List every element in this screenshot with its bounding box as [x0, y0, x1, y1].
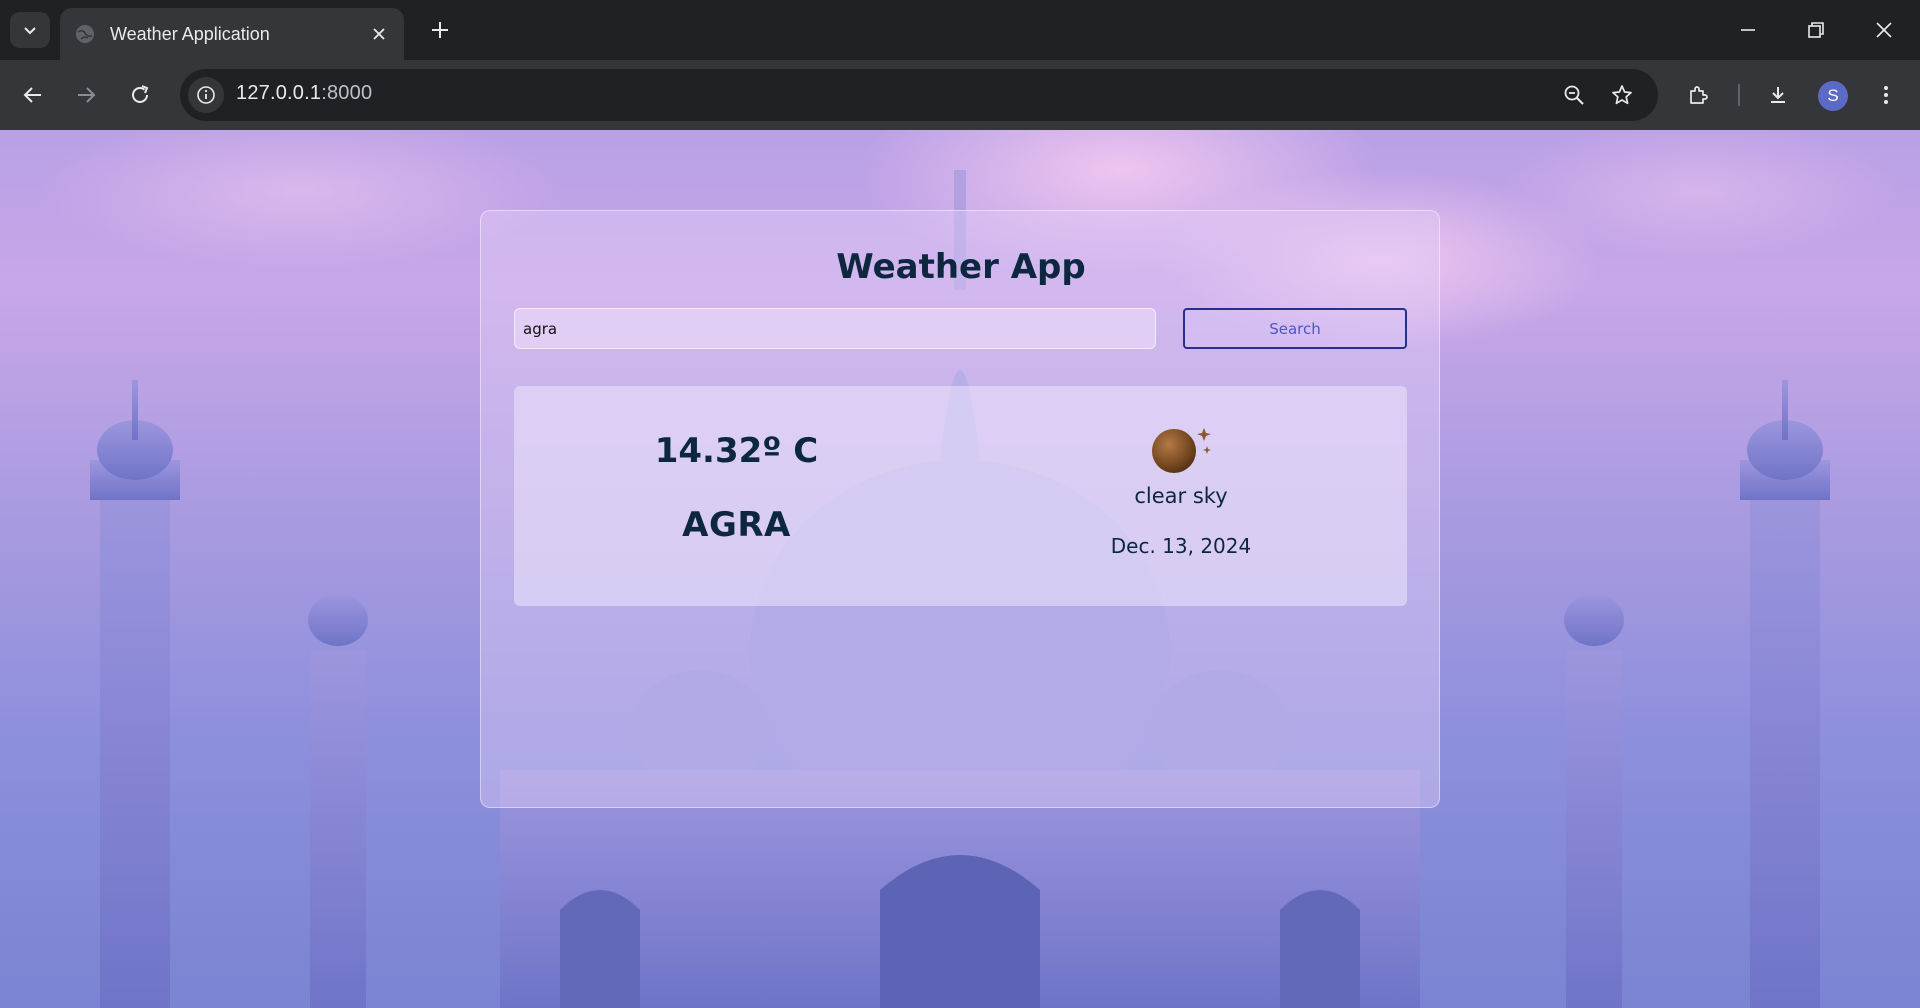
puzzle-icon[interactable] [1678, 75, 1718, 115]
chevron-down-icon[interactable] [10, 12, 50, 48]
weather-card: Weather App Search 14.32º C AGRA clear s… [480, 210, 1440, 808]
zoom-out-icon[interactable] [1556, 77, 1592, 113]
url-port: :8000 [321, 82, 373, 104]
download-icon[interactable] [1758, 75, 1798, 115]
page-viewport: Weather App Search 14.32º C AGRA clear s… [0, 130, 1920, 1008]
toolbar-divider [1738, 84, 1740, 106]
arrow-left-icon[interactable] [13, 75, 53, 115]
url-text: 127.0.0.1:8000 [236, 82, 372, 105]
city-name: AGRA [682, 505, 791, 545]
kebab-menu-icon[interactable] [1866, 75, 1906, 115]
browser-tab[interactable]: Weather Application [60, 8, 404, 60]
temperature-value: 14.32º C [654, 431, 819, 471]
search-button[interactable]: Search [1183, 308, 1407, 349]
info-icon[interactable] [188, 77, 224, 113]
browser-tab-strip: Weather Application [0, 0, 1920, 60]
restore-icon[interactable] [1794, 10, 1838, 50]
minimize-icon[interactable] [1726, 10, 1770, 50]
address-bar[interactable]: 127.0.0.1:8000 [180, 69, 1658, 121]
city-search-input[interactable] [514, 308, 1156, 349]
weather-result-panel: 14.32º C AGRA clear sky Dec. 13, 2024 [514, 386, 1407, 606]
arrow-right-icon[interactable] [66, 75, 106, 115]
page-title: Weather App [836, 247, 1086, 287]
reload-icon[interactable] [120, 75, 160, 115]
clear-sky-night-icon [1152, 428, 1211, 473]
browser-toolbar: 127.0.0.1:8000 S [0, 60, 1920, 130]
profile-avatar[interactable]: S [1818, 81, 1848, 111]
tab-title: Weather Application [110, 23, 270, 44]
weather-description: clear sky [1134, 484, 1228, 508]
globe-icon [74, 23, 96, 45]
close-window-icon[interactable] [1862, 10, 1906, 50]
plus-icon[interactable] [424, 14, 456, 46]
close-icon[interactable] [366, 21, 392, 47]
star-icon[interactable] [1604, 77, 1640, 113]
weather-date: Dec. 13, 2024 [1110, 534, 1252, 558]
url-host: 127.0.0.1 [236, 82, 322, 104]
